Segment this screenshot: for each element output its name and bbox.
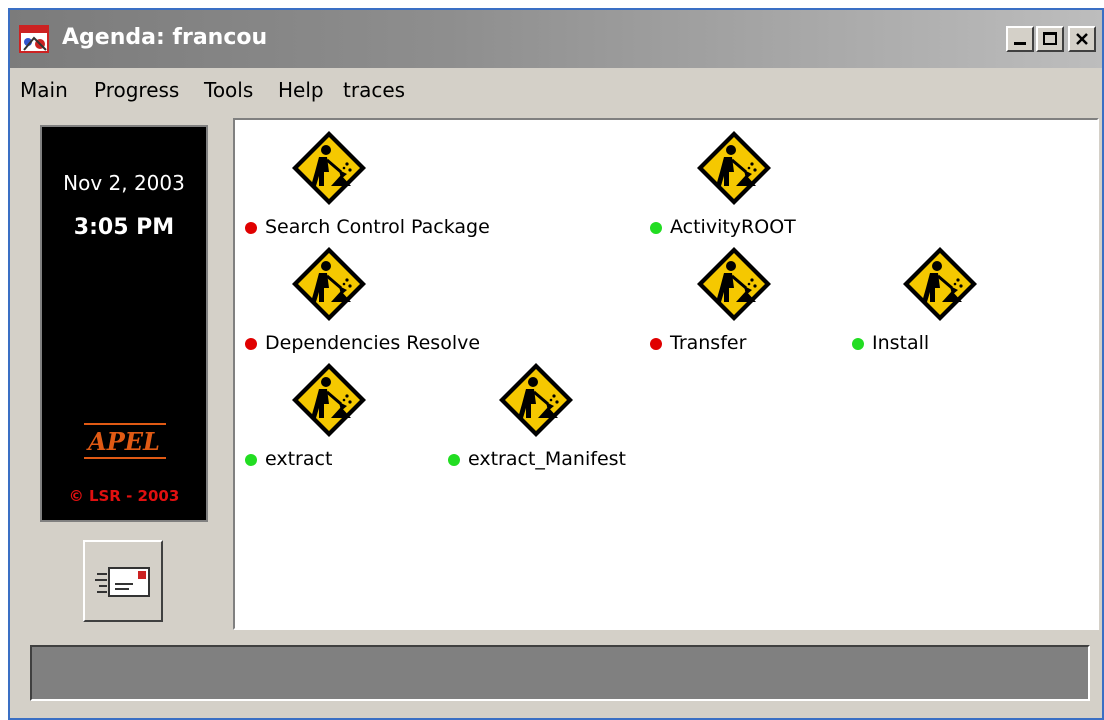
menu-tools[interactable]: Tools	[204, 78, 253, 102]
menu-progress[interactable]: Progress	[94, 78, 179, 102]
minimize-button[interactable]	[1006, 26, 1034, 52]
worker-sign-icon	[695, 129, 773, 207]
clock-time: 3:05 PM	[73, 215, 175, 240]
activity-label: Transfer	[670, 332, 747, 354]
worker-sign-icon	[290, 129, 368, 207]
copyright-label: LSR - 2003	[88, 487, 180, 505]
worker-sign-icon	[290, 245, 368, 323]
mail-button[interactable]	[83, 540, 163, 622]
apel-logo-line	[84, 423, 166, 425]
activity-canvas: Search Control Package ActivityROOT Depe…	[233, 118, 1099, 630]
activity-label: ActivityROOT	[670, 216, 796, 238]
menu-help[interactable]: Help	[278, 78, 324, 102]
clock-date: Nov 2, 2003	[63, 171, 185, 195]
title-bar[interactable]: Agenda: francou	[10, 10, 1102, 68]
maximize-button[interactable]	[1036, 26, 1064, 52]
activity-label: extract_Manifest	[468, 448, 626, 470]
status-red-dot-icon	[245, 338, 257, 350]
apel-logo: APEL	[88, 427, 160, 456]
activity-label: Search Control Package	[265, 216, 490, 238]
status-green-dot-icon	[245, 454, 257, 466]
agenda-window: Agenda: francou Main Progress Tools Help…	[8, 8, 1104, 720]
window-title: Agenda: francou	[62, 25, 268, 50]
status-red-dot-icon	[245, 222, 257, 234]
maximize-icon	[1043, 32, 1057, 45]
menu-main[interactable]: Main	[20, 78, 68, 102]
status-green-dot-icon	[650, 222, 662, 234]
menu-traces[interactable]: traces	[343, 78, 405, 102]
activity-label: extract	[265, 448, 333, 470]
agenda-app-icon	[19, 25, 49, 53]
menu-bar: Main Progress Tools Help traces	[10, 68, 1102, 108]
mail-envelope-icon	[95, 567, 150, 597]
activity-label: Install	[872, 332, 930, 354]
copyright-text: © LSR - 2003	[42, 487, 206, 505]
worker-sign-icon	[695, 245, 773, 323]
minimize-icon	[1014, 42, 1026, 45]
status-green-dot-icon	[852, 338, 864, 350]
status-bar	[30, 645, 1090, 701]
close-button[interactable]	[1068, 26, 1096, 52]
status-green-dot-icon	[448, 454, 460, 466]
close-icon	[1076, 33, 1088, 45]
activity-label: Dependencies Resolve	[265, 332, 481, 354]
status-red-dot-icon	[650, 338, 662, 350]
worker-sign-icon	[290, 361, 368, 439]
clock-panel: Nov 2, 2003 3:05 PM APEL © LSR - 2003	[40, 125, 208, 522]
worker-sign-icon	[497, 361, 575, 439]
apel-logo-underline	[84, 457, 166, 459]
worker-sign-icon	[901, 245, 979, 323]
copyright-icon: ©	[68, 487, 84, 505]
